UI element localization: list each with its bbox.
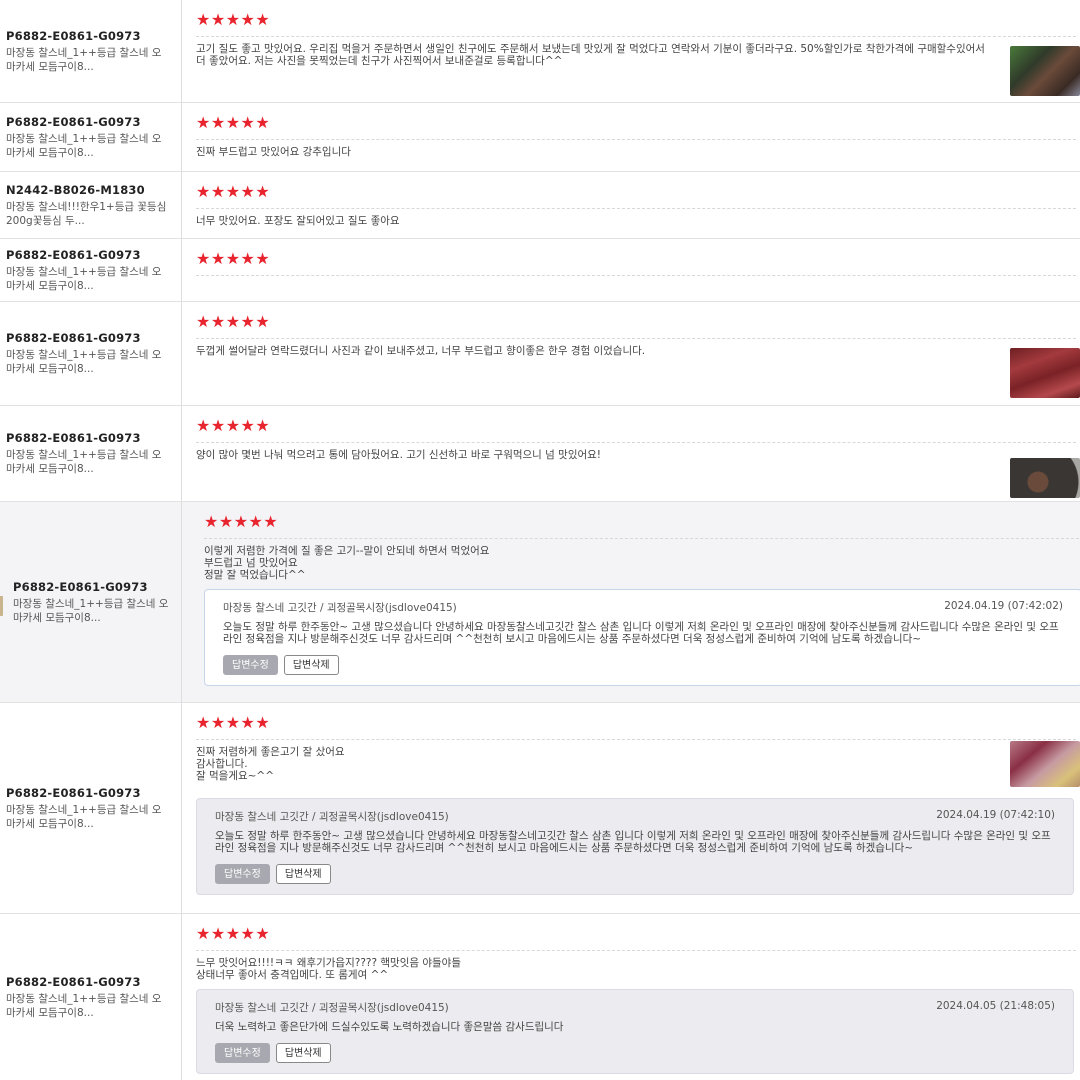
divider — [196, 36, 1076, 37]
product-code: N2442-B8026-M1830 — [6, 182, 145, 197]
product-code: P6882-E0861-G0973 — [13, 579, 148, 594]
review-row: P6882-E0861-G0973 마장동 찰스네_1++등급 찰스네 오마카세… — [0, 703, 1080, 914]
reply-date: 2024.04.05 (21:48:05) — [936, 1000, 1055, 1012]
edit-reply-button[interactable]: 답변수정 — [215, 864, 270, 884]
review-list: P6882-E0861-G0973 마장동 찰스네_1++등급 찰스네 오마카세… — [0, 0, 1080, 1080]
product-name: 마장동 찰스네_1++등급 찰스네 오마카세 모듬구이8... — [6, 803, 162, 830]
product-info[interactable]: P6882-E0861-G0973 마장동 찰스네_1++등급 찰스네 오마카세… — [0, 239, 182, 301]
reply-author: 마장동 찰스네 고깃간 / 괴정골목시장(jsdlove0415) — [223, 602, 457, 614]
product-name: 마장동 찰스네_1++등급 찰스네 오마카세 모듬구이8... — [6, 349, 162, 375]
product-name: 마장동 찰스네_1++등급 찰스네 오마카세 모듬구이8... — [6, 46, 162, 73]
product-code: P6882-E0861-G0973 — [6, 785, 141, 800]
review-row: N2442-B8026-M1830 마장동 찰스네!!!한우1+등급 꽃등심20… — [0, 172, 1080, 239]
review-body: ★★★★★ 느무 맛잇어요!!!!ㅋㅋ 왜후기가읍지???? 핵맛잇음 야들야들… — [182, 914, 1080, 1080]
star-rating: ★★★★★ — [196, 10, 271, 29]
star-rating: ★★★★★ — [196, 182, 271, 201]
product-code: P6882-E0861-G0973 — [6, 431, 141, 445]
product-info[interactable]: N2442-B8026-M1830 마장동 찰스네!!!한우1+등급 꽃등심20… — [0, 172, 182, 238]
review-row: P6882-E0861-G0973 마장동 찰스네_1++등급 찰스네 오마카세… — [0, 502, 1080, 703]
reply-text: 오늘도 정말 하루 한주동안~ 고생 많으셨습니다 안녕하세요 마장동찰스네고깃… — [223, 621, 1059, 645]
product-info[interactable]: P6882-E0861-G0973 마장동 찰스네_1++등급 찰스네 오마카세… — [0, 302, 182, 405]
product-info[interactable]: P6882-E0861-G0973 마장동 찰스네_1++등급 찰스네 오마카세… — [0, 914, 182, 1080]
delete-reply-button[interactable]: 답변삭제 — [275, 864, 331, 884]
review-photo[interactable] — [1010, 46, 1080, 96]
star-rating: ★★★★★ — [196, 113, 271, 132]
product-code: P6882-E0861-G0973 — [6, 114, 141, 129]
star-rating: ★★★★★ — [196, 249, 271, 268]
divider — [196, 208, 1076, 209]
review-body: ★★★★★ 양이 많아 몇번 나눠 먹으려고 통에 담아뒀어요. 고기 신선하고… — [182, 406, 1080, 501]
divider — [196, 275, 1076, 276]
product-code: P6882-E0861-G0973 — [6, 28, 141, 43]
reply-date: 2024.04.19 (07:42:10) — [936, 809, 1055, 821]
review-row: P6882-E0861-G0973 마장동 찰스네_1++등급 찰스네 오마카세… — [0, 103, 1080, 172]
edit-reply-button[interactable]: 답변수정 — [215, 1043, 270, 1063]
divider — [204, 538, 1080, 539]
review-row: P6882-E0861-G0973 마장동 찰스네_1++등급 찰스네 오마카세… — [0, 914, 1080, 1080]
product-info[interactable]: P6882-E0861-G0973 마장동 찰스네_1++등급 찰스네 오마카세… — [0, 502, 182, 702]
review-text: 이렇게 저렴한 가격에 질 좋은 고기--말이 안되네 하면서 먹었어요 부드럽… — [204, 545, 490, 581]
divider — [196, 442, 1076, 443]
star-rating: ★★★★★ — [196, 312, 271, 331]
review-text: 느무 맛잇어요!!!!ㅋㅋ 왜후기가읍지???? 핵맛잇음 야들야들 상태너무 … — [196, 957, 461, 981]
divider — [196, 139, 1076, 140]
review-body: ★★★★★ 두껍게 썰어달라 연락드렸더니 사진과 같이 보내주셨고, 너무 부… — [182, 302, 1080, 405]
divider — [196, 338, 1076, 339]
product-info[interactable]: P6882-E0861-G0973 마장동 찰스네_1++등급 찰스네 오마카세… — [0, 703, 182, 913]
reply-text: 오늘도 정말 하루 한주동안~ 고생 많으셨습니다 안녕하세요 마장동찰스네고깃… — [215, 830, 1051, 854]
product-info[interactable]: P6882-E0861-G0973 마장동 찰스네_1++등급 찰스네 오마카세… — [0, 406, 182, 501]
review-body: ★★★★★ 너무 맛있어요. 포장도 잘되어있고 질도 좋아요 — [182, 172, 1080, 238]
seller-reply: 마장동 찰스네 고깃간 / 괴정골목시장(jsdlove0415) 2024.0… — [196, 798, 1074, 895]
product-name: 마장동 찰스네!!!한우1+등급 꽃등심200g꽃등심 두... — [6, 200, 167, 227]
seller-reply: 마장동 찰스네 고깃간 / 괴정골목시장(jsdlove0415) 2024.0… — [204, 589, 1080, 686]
review-text: 진짜 저렴하게 좋은고기 잘 샀어요 감사합니다. 잘 먹을게요~^^ — [196, 746, 345, 782]
review-text: 고기 질도 좋고 맛있어요. 우리집 먹을거 주문하면서 생일인 친구에도 주문… — [196, 43, 985, 67]
review-row: P6882-E0861-G0973 마장동 찰스네_1++등급 찰스네 오마카세… — [0, 302, 1080, 406]
edit-reply-button[interactable]: 답변수정 — [223, 655, 278, 675]
review-photo[interactable] — [1010, 348, 1080, 398]
review-body: ★★★★★ 고기 질도 좋고 맛있어요. 우리집 먹을거 주문하면서 생일인 친… — [182, 0, 1080, 102]
product-name: 마장동 찰스네_1++등급 찰스네 오마카세 모듬구이8... — [6, 992, 162, 1019]
delete-reply-button[interactable]: 답변삭제 — [283, 655, 339, 675]
review-text: 진짜 부드럽고 맛있어요 강추입니다 — [196, 146, 351, 158]
review-body: ★★★★★ 이렇게 저렴한 가격에 질 좋은 고기--말이 안되네 하면서 먹었… — [182, 502, 1080, 702]
product-code: P6882-E0861-G0973 — [6, 247, 141, 262]
review-row: P6882-E0861-G0973 마장동 찰스네_1++등급 찰스네 오마카세… — [0, 239, 1080, 302]
review-row: P6882-E0861-G0973 마장동 찰스네_1++등급 찰스네 오마카세… — [0, 406, 1080, 502]
product-name: 마장동 찰스네_1++등급 찰스네 오마카세 모듬구이8... — [6, 449, 162, 475]
review-text: 두껍게 썰어달라 연락드렸더니 사진과 같이 보내주셨고, 너무 부드럽고 향이… — [196, 345, 646, 357]
product-name: 마장동 찰스네_1++등급 찰스네 오마카세 모듬구이8... — [6, 265, 162, 292]
review-row: P6882-E0861-G0973 마장동 찰스네_1++등급 찰스네 오마카세… — [0, 0, 1080, 103]
product-name: 마장동 찰스네_1++등급 찰스네 오마카세 모듬구이8... — [13, 597, 169, 624]
star-rating: ★★★★★ — [196, 416, 271, 435]
star-rating: ★★★★★ — [196, 924, 271, 943]
product-info[interactable]: P6882-E0861-G0973 마장동 찰스네_1++등급 찰스네 오마카세… — [0, 103, 182, 171]
star-rating: ★★★★★ — [196, 713, 271, 732]
product-code: P6882-E0861-G0973 — [6, 974, 141, 989]
product-name: 마장동 찰스네_1++등급 찰스네 오마카세 모듬구이8... — [6, 132, 162, 159]
product-info[interactable]: P6882-E0861-G0973 마장동 찰스네_1++등급 찰스네 오마카세… — [0, 0, 182, 102]
seller-reply: 마장동 찰스네 고깃간 / 괴정골목시장(jsdlove0415) 2024.0… — [196, 989, 1074, 1074]
review-body: ★★★★★ — [182, 239, 1080, 301]
reply-date: 2024.04.19 (07:42:02) — [944, 600, 1063, 612]
delete-reply-button[interactable]: 답변삭제 — [275, 1043, 331, 1063]
review-text: 양이 많아 몇번 나눠 먹으려고 통에 담아뒀어요. 고기 신선하고 바로 구워… — [196, 449, 602, 461]
reply-author: 마장동 찰스네 고깃간 / 괴정골목시장(jsdlove0415) — [215, 811, 449, 823]
review-photo[interactable] — [1010, 741, 1080, 787]
divider — [196, 950, 1076, 951]
reply-text: 더욱 노력하고 좋은단가에 드실수있도록 노력하겠습니다 좋은말씀 감사드립니다 — [215, 1021, 564, 1033]
review-photo[interactable] — [1010, 458, 1080, 498]
reply-author: 마장동 찰스네 고깃간 / 괴정골목시장(jsdlove0415) — [215, 1002, 449, 1014]
star-rating: ★★★★★ — [204, 512, 279, 531]
review-text: 너무 맛있어요. 포장도 잘되어있고 질도 좋아요 — [196, 215, 400, 227]
review-body: ★★★★★ 진짜 저렴하게 좋은고기 잘 샀어요 감사합니다. 잘 먹을게요~^… — [182, 703, 1080, 913]
product-code: P6882-E0861-G0973 — [6, 331, 141, 345]
divider — [196, 739, 1076, 740]
review-body: ★★★★★ 진짜 부드럽고 맛있어요 강추입니다 — [182, 103, 1080, 171]
